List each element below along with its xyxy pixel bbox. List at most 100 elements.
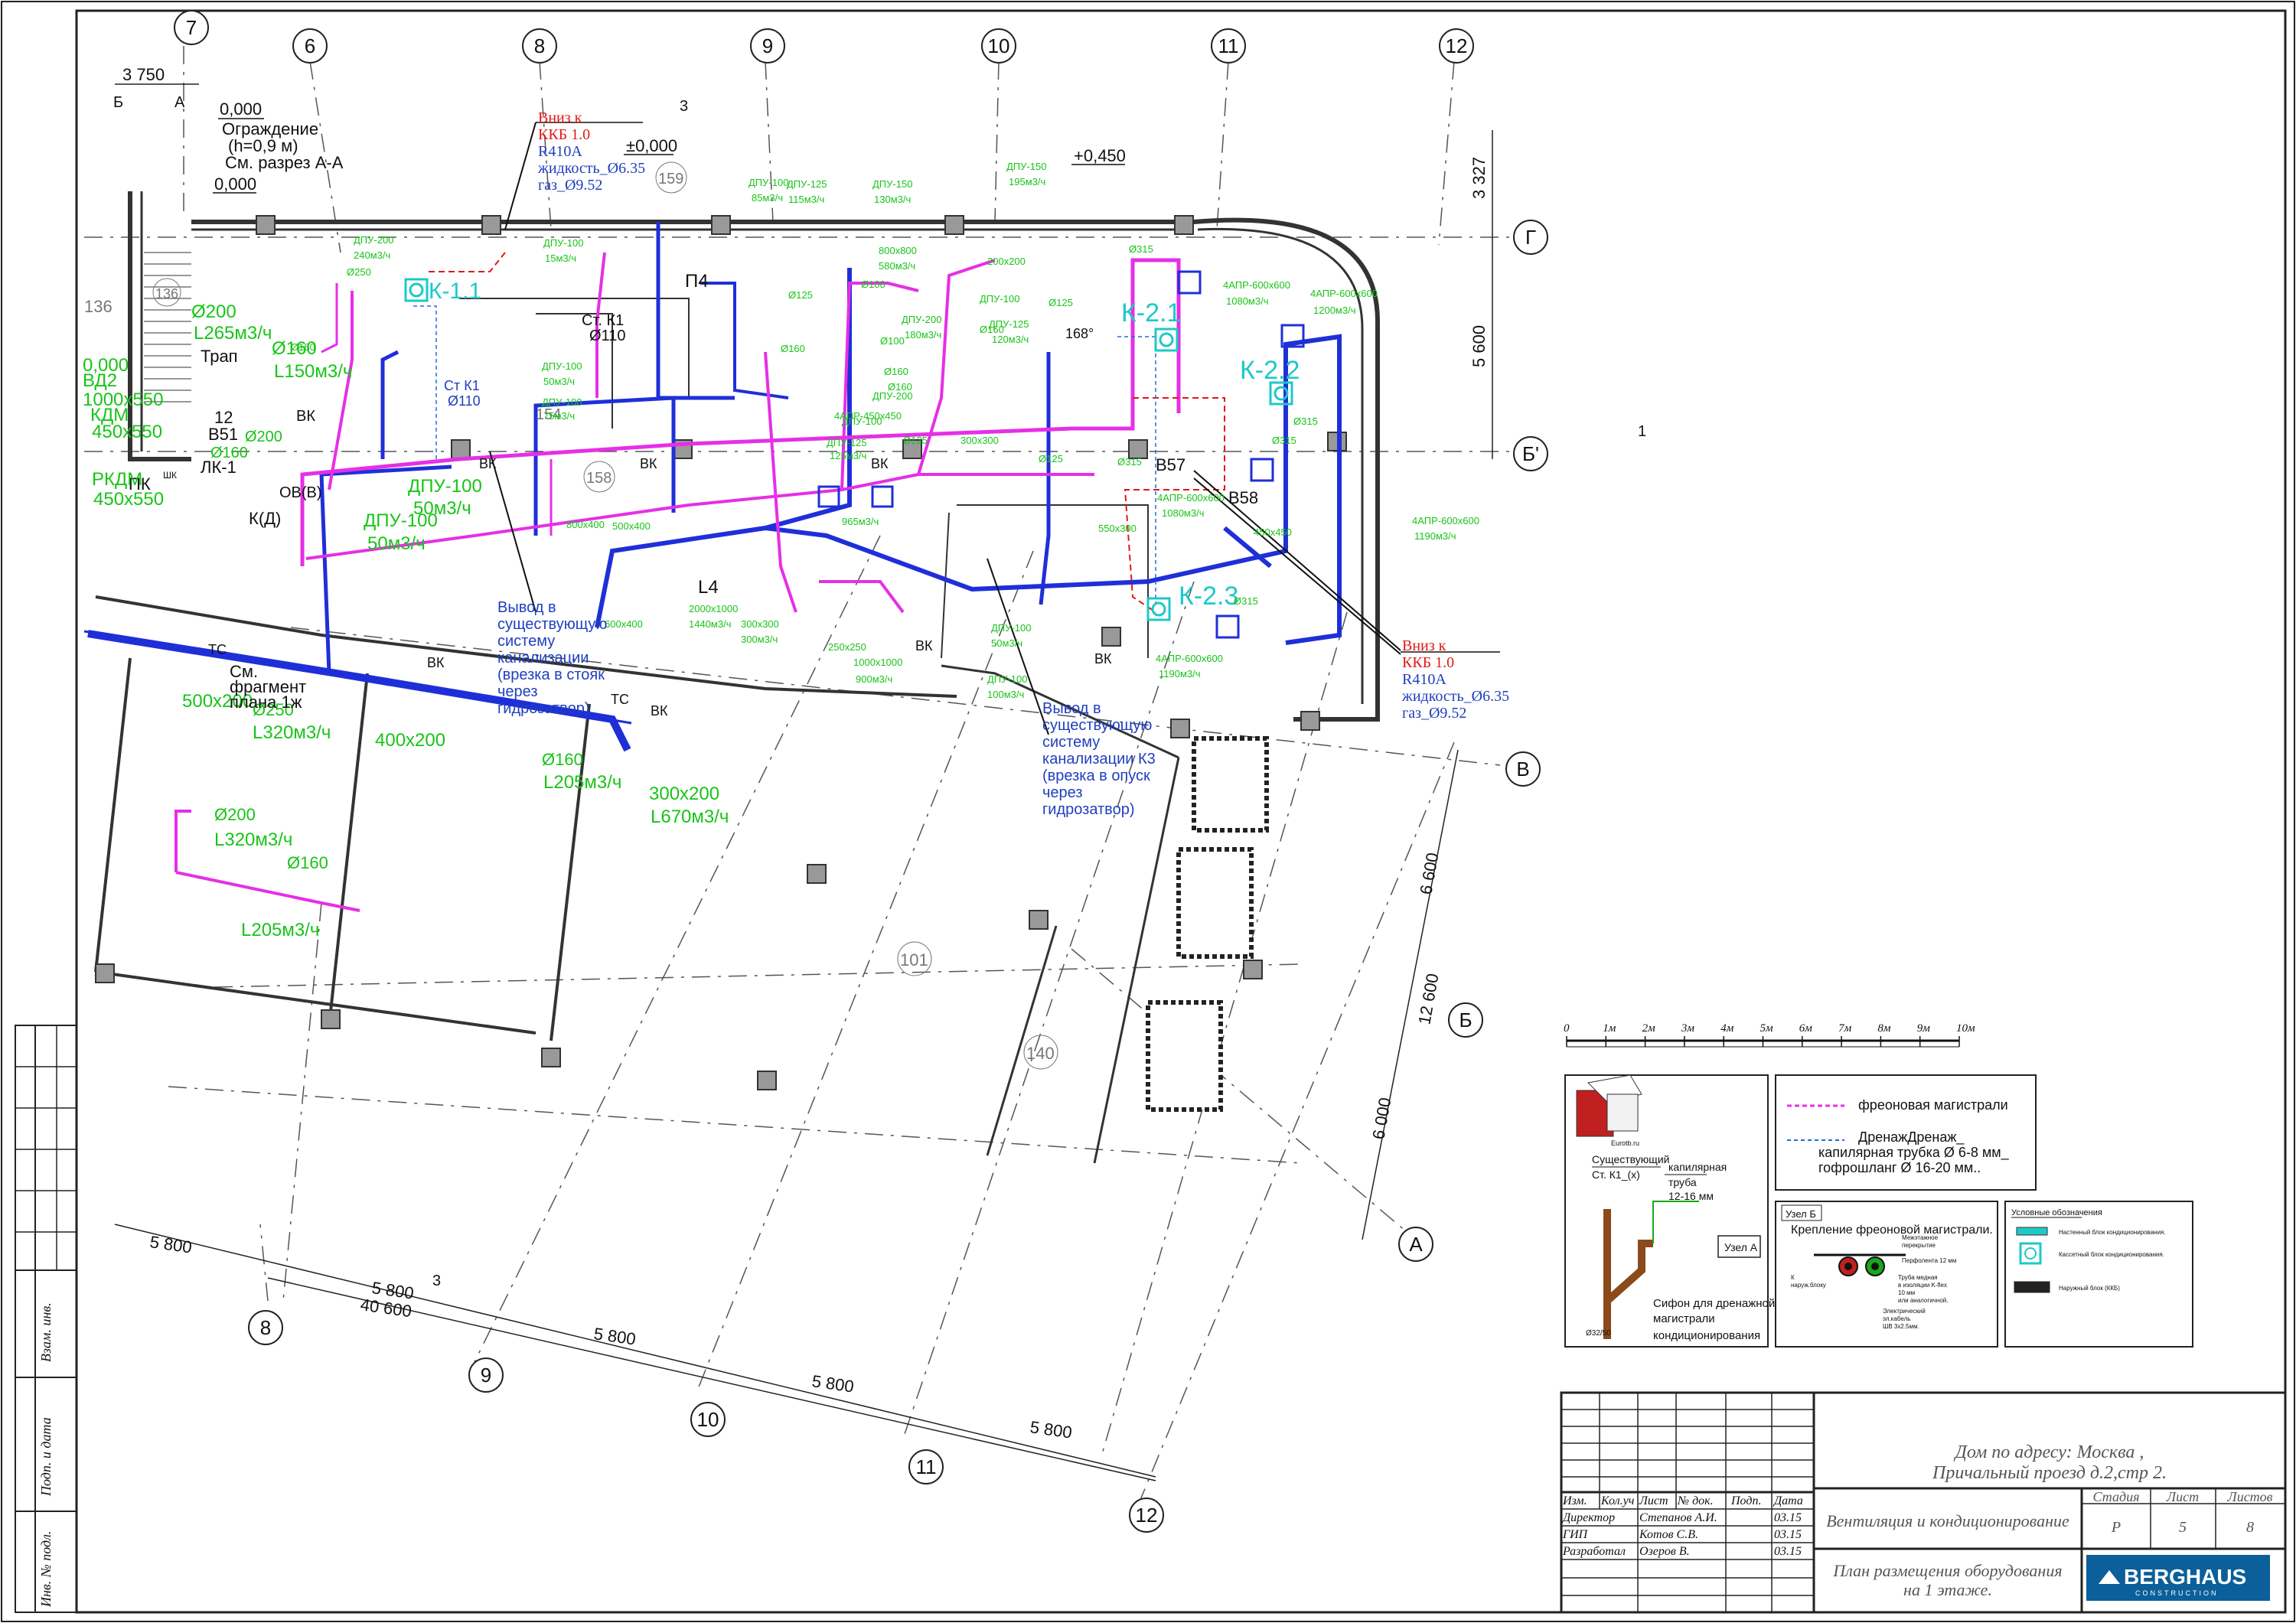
outlet-note-line: канализации [497, 650, 589, 666]
stamp-date-3: 03.15 [1774, 1545, 1802, 1558]
siphon-size: Ø32/50 [1586, 1329, 1611, 1338]
small-green-label: 50м3/ч [543, 376, 575, 387]
room-136: 136 [84, 297, 113, 316]
small-green-label: 300м3/ч [741, 634, 778, 645]
freon2-l2: ККБ 1.0 [1402, 654, 1454, 671]
g10: L150м3/ч [274, 361, 352, 382]
axis-right-a: А [1409, 1233, 1423, 1256]
side-label-inventory: Инв. № подл. [38, 1531, 54, 1608]
nodeb-n2: перекрытие [1902, 1242, 1936, 1249]
small-green-label: 75м3/ч [543, 410, 575, 422]
stamp-role-1: Директор [1561, 1511, 1615, 1524]
scale-label: 1м [1603, 1022, 1616, 1035]
legend-drain-3: гофрошланг Ø 16-20 мм.. [1818, 1160, 1981, 1175]
fence-note-3: См. разрез А-А [225, 153, 344, 172]
axis-bottom-8: 8 [260, 1316, 271, 1339]
siphon-site: Eurotb.ru [1611, 1139, 1639, 1147]
scale-label: 9м [1917, 1022, 1931, 1035]
g26: L320м3/ч [214, 829, 292, 850]
small-green-label: 450х450 [1254, 526, 1292, 538]
unit-k21: К-2.1 [1121, 298, 1181, 328]
small-green-label: ДПУ-125 [787, 178, 827, 190]
g6: 450х550 [92, 422, 162, 442]
stk1-b: Ø110 [448, 393, 481, 409]
outlet-note-line: существующую [497, 616, 607, 633]
scale-label: 4м [1720, 1022, 1734, 1035]
siphon-cap-3: 12-16 мм [1668, 1190, 1714, 1202]
small-green-label: 300х300 [960, 435, 999, 446]
logo-text: BERGHAUS [2124, 1565, 2246, 1589]
siphon-cap-2: труба [1668, 1176, 1697, 1188]
stamp-stage: Р [2111, 1519, 2121, 1536]
g8: 450х550 [93, 489, 164, 510]
stamp-date-2: 03.15 [1774, 1528, 1802, 1541]
axis-bottom-9: 9 [481, 1364, 491, 1387]
small-green-label: 1190м3/ч [1414, 530, 1456, 542]
small-green-label: Ø125 [788, 289, 813, 301]
small-green-label: 2000х1000 [689, 603, 738, 614]
small-green-label: 1080м3/ч [1162, 507, 1204, 519]
small-green-label: 1080м3/ч [1226, 295, 1268, 307]
small-green-label: 4АПР-600х600 [1223, 279, 1290, 291]
dim-5600: 5 600 [1469, 325, 1489, 367]
siphon-existing: Существующий [1592, 1153, 1669, 1165]
small-green-label: ДПУ-200 [902, 314, 941, 325]
vk-7: ВК [651, 703, 668, 719]
freon1-l3: R410A [538, 143, 582, 160]
stamp-col-date: Дата [1773, 1494, 1803, 1507]
stamp-address-1: Дом по адресу: Москва , [1954, 1442, 2144, 1462]
small-green-label: Ø315 [1293, 416, 1318, 427]
g1: Ø200 [191, 301, 236, 322]
nodeb-n1: Межэтажное [1902, 1234, 1939, 1241]
small-green-label: 15м3/ч [545, 253, 576, 264]
g11: Ø200 [245, 429, 282, 445]
axis-top-9: 9 [762, 34, 773, 57]
g23: 300х200 [649, 784, 719, 804]
small-green-label: ДПУ-100 [991, 622, 1031, 634]
freon2-l1: Вниз к [1402, 637, 1446, 654]
unit-b58: В58 [1228, 488, 1258, 507]
small-green-label: 4АПР-600х600 [1156, 653, 1223, 664]
outlet-note-line: Вывод в [1042, 700, 1101, 717]
axis-bottom-12: 12 [1136, 1504, 1158, 1527]
small-green-label: Ø315 [1234, 595, 1258, 607]
dim-3750: 3 750 [122, 65, 165, 84]
room-158: 158 [586, 470, 612, 487]
outlet-note-line: (врезка в опуск [1042, 768, 1150, 784]
stamp-name-1: Степанов А.И. [1639, 1511, 1717, 1524]
small-green-label: 1440м3/ч [689, 618, 731, 630]
shk-label: ШК [163, 470, 177, 481]
small-green-label: Ø160 [980, 324, 1004, 335]
stamp-date-1: 03.15 [1774, 1511, 1802, 1524]
small-green-label: Ø315 [1129, 243, 1153, 255]
g7: РКДМ [92, 469, 142, 490]
axis-top-12: 12 [1446, 34, 1468, 57]
g25: Ø200 [214, 805, 256, 824]
stamp-stage-header: Стадия [2093, 1489, 2140, 1504]
nodeb-n5: в изоляции K-flex [1898, 1282, 1947, 1289]
stamp-section: Вентиляция и кондиционирование [1826, 1511, 2069, 1530]
symbols-title: Условные обозначения [2011, 1208, 2102, 1217]
small-green-label: Ø160 [291, 341, 315, 353]
g22: L205м3/ч [543, 772, 621, 793]
freon2-l3: R410A [1402, 671, 1446, 688]
small-green-label: 4АПР-600х600 [1157, 492, 1225, 504]
small-green-label: 180м3/ч [905, 329, 941, 341]
freon1-l1: Вниз к [538, 109, 582, 126]
stamp-sheet-header: Лист [2166, 1489, 2199, 1504]
legend-drain-1: ДренажДренаж_ [1858, 1129, 1965, 1146]
unit-ovb: ОВ(В) [279, 484, 322, 501]
vk-1: ВК [296, 408, 315, 425]
freon1-l4: жидкость_Ø6.35 [537, 160, 645, 177]
stamp-col-list: Лист [1639, 1494, 1668, 1507]
axis-bottom-11: 11 [916, 1455, 937, 1478]
unit-l4: L4 [698, 577, 719, 598]
freon2-l5: газ_Ø9.52 [1402, 705, 1466, 722]
level-1: 0,000 [220, 99, 262, 119]
small-green-label: 120м3/ч [992, 334, 1029, 345]
stamp-role-2: ГИП [1562, 1528, 1589, 1541]
scale-label: 0 [1564, 1022, 1570, 1035]
siphon-cap-1: капилярная [1668, 1161, 1727, 1173]
stamp-role-3: Разработал [1562, 1545, 1626, 1558]
small-green-label: 130м3/ч [874, 194, 911, 205]
